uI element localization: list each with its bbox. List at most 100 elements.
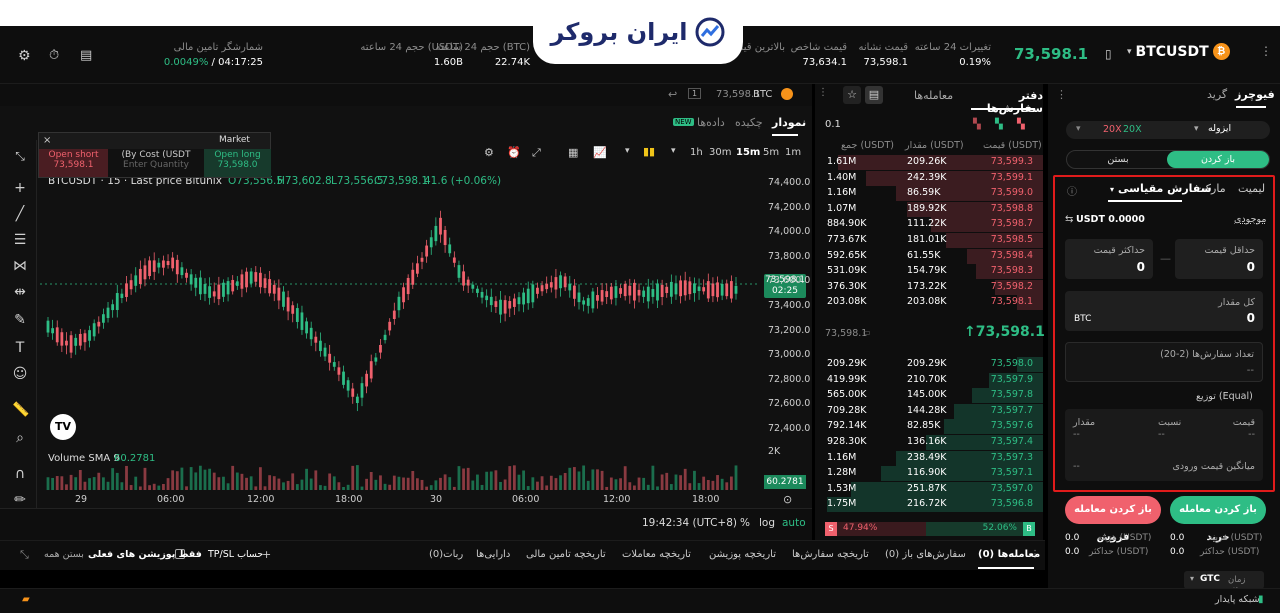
bid-row[interactable]: 1.16M 238.49K 73,597.3 [815,450,1043,466]
brand-logo[interactable]: ایران بروکر [533,0,743,64]
menu-icon[interactable]: ⋮ [1260,44,1272,58]
bid-row[interactable]: 1.53M 251.87K 73,597.0 [815,481,1043,497]
tab-trade-history[interactable]: تاریخچه معاملات [622,549,691,560]
bid-row[interactable]: 792.14K 82.85K 73,597.6 [815,419,1043,435]
settings-icon-chart[interactable]: ⚙ [484,146,494,159]
tab-order-history[interactable]: تاریخچه سفارش‌ها [792,549,869,560]
trendline-icon[interactable]: ╱ [12,206,28,222]
fullscreen-icon[interactable]: ⤡ [12,148,28,164]
undo-icon[interactable]: ↩ [668,88,677,101]
candle-body [305,321,308,334]
tpsl-account[interactable]: TP/SL حساب [208,549,263,560]
tab-order-book[interactable]: دفتر سفارش‌ها [970,89,1043,115]
document-icon[interactable]: ▤ [80,48,92,63]
layout-icon[interactable]: ▦ [568,146,578,159]
close-all-button[interactable]: بستن همه [44,549,84,560]
text-icon[interactable]: T [12,340,28,356]
tradingview-logo[interactable]: TV [50,414,76,440]
tf-5m[interactable]: 5m [763,147,779,158]
symbol-selector[interactable]: ▾ BTCUSDT ₿ [1127,43,1230,60]
tab-futures[interactable]: فیوچرز [1235,88,1275,101]
tab-position-history[interactable]: تاریخچه پوزیشن [709,549,776,560]
bid-row[interactable]: 709.28K 144.28K 73,597.7 [815,403,1043,419]
ask-row[interactable]: 1.16M 86.59K 73,599.0 [815,186,1043,202]
book-view-icon[interactable]: ▤ [865,86,883,104]
volume-bar [586,480,590,490]
candles-icon[interactable]: ▮▮ [643,145,655,158]
brush-icon[interactable]: ✎ [12,312,28,328]
panel-menu-icon[interactable]: ⋮ [818,87,828,98]
timer-icon[interactable]: ⏱ [49,48,59,63]
view-both-icon[interactable]: ▚ [1017,119,1025,130]
chart-type-dropdown-icon[interactable]: ▾ [625,146,630,156]
ask-row[interactable]: 376.30K 173.22K 73,598.2 [815,279,1043,295]
bid-row[interactable]: 1.75M 216.72K 73,596.8 [815,497,1043,513]
tab-chart[interactable]: نمودار [772,116,806,129]
tick-size[interactable]: 0.1 [825,119,841,130]
bid-row[interactable]: 565.00K 145.00K 73,597.8 [815,388,1043,404]
collapse-icon[interactable]: ⤡ [20,548,29,562]
ask-row[interactable]: 884.90K 111.22K 73,598.7 [815,217,1043,233]
measure-icon[interactable]: 📏 [12,402,29,418]
close-icon[interactable]: × [43,135,51,146]
close-position-tab[interactable]: بستن [1067,151,1169,168]
goto-realtime-icon[interactable]: ⊙ [783,493,792,506]
lock-drawings-icon[interactable]: ✏ [12,492,28,508]
ask-row[interactable]: 1.61M 209.26K 73,599.3 [815,155,1043,170]
tab-bots[interactable]: ربات(0) [429,549,463,560]
tab-trades[interactable]: معامله‌ها [914,89,953,102]
add-icon[interactable]: + [262,548,271,561]
zoom-icon[interactable]: ⌕ [12,430,28,446]
view-asks-icon[interactable]: ▚ [973,119,981,130]
indicators-icon[interactable]: 📈 [593,146,607,159]
tab-funding-history[interactable]: تاریخچه تامین مالی [526,549,606,560]
ask-row[interactable]: 531.09K 154.79K 73,598.3 [815,264,1043,280]
tf-1h[interactable]: 1h [690,147,703,158]
view-bids-icon[interactable]: ▚ [995,119,1003,130]
emoji-icon[interactable]: ☺ [12,366,28,382]
tab-assets[interactable]: دارایی‌ها [476,549,510,560]
favorite-star-icon[interactable]: ☆ [843,86,861,104]
tab-open-orders[interactable]: سفارش‌های باز (0) [885,549,966,560]
tab-grid[interactable]: گرید [1207,88,1227,101]
time-in-force-selector[interactable]: ▾ GTC زمان مؤثر [1184,571,1264,595]
ask-row[interactable]: 1.40M 242.39K 73,599.1 [815,170,1043,186]
fib-icon[interactable]: ☰ [12,232,28,248]
snapshot-icon[interactable]: ⤢ [532,146,541,160]
bid-row[interactable]: 209.29K 209.29K 73,598.0 [815,357,1043,372]
timeframe-dropdown-icon[interactable]: ▾ [671,146,676,156]
chat-icon[interactable]: ▰ [22,594,30,605]
order-panel-menu-icon[interactable]: ⋮ [1056,88,1067,101]
crosshair-icon[interactable]: + [12,180,28,196]
candlestick-chart[interactable] [40,164,760,564]
pattern-icon[interactable]: ⋈ [12,258,28,274]
volume-bar [231,465,235,490]
open-position-tab[interactable]: باز کردن [1167,151,1269,168]
ruler-range-icon[interactable]: ⇹ [12,284,28,300]
percent-toggle[interactable]: % [740,517,750,529]
tf-1m[interactable]: 1m [785,147,801,158]
ask-row[interactable]: 203.08K 203.08K 73,598.1 [815,295,1043,311]
interval-box[interactable]: 1 [688,88,702,99]
auto-toggle[interactable]: auto [782,517,806,529]
tab-data[interactable]: داده‌ها [697,116,725,129]
bid-row[interactable]: 1.28M 116.90K 73,597.1 [815,466,1043,482]
margin-leverage-selector[interactable]: ▾ 20X 20X ▾ ایزوله [1066,121,1270,139]
tab-trades-count[interactable]: معامله‌ها (0) [978,549,1040,560]
tf-30m[interactable]: 30m [709,147,731,158]
ask-row[interactable]: 773.67K 181.01K 73,598.5 [815,233,1043,248]
ask-row[interactable]: 592.65K 61.55K 73,598.4 [815,248,1043,264]
bid-row[interactable]: 419.99K 210.70K 73,597.9 [815,372,1043,388]
volume-bar [688,483,692,490]
ask-row[interactable]: 1.07M 189.92K 73,598.8 [815,201,1043,217]
settings-icon[interactable]: ⚙ [18,48,31,64]
open-buy-button[interactable]: باز کردن معامله خرید [1170,496,1266,543]
log-toggle[interactable]: log [759,517,775,529]
bid-row[interactable]: 928.30K 136.16K 73,597.4 [815,435,1043,450]
tf-15m[interactable]: 15m [736,147,760,158]
open-sell-button[interactable]: باز کردن معامله فروش [1065,496,1161,543]
alarm-icon[interactable]: ⏰ [507,146,521,159]
magnet-icon[interactable]: ∩ [12,466,28,482]
copy-icon[interactable]: ▯ [1105,47,1112,61]
tab-summary[interactable]: چکیده [735,116,763,129]
